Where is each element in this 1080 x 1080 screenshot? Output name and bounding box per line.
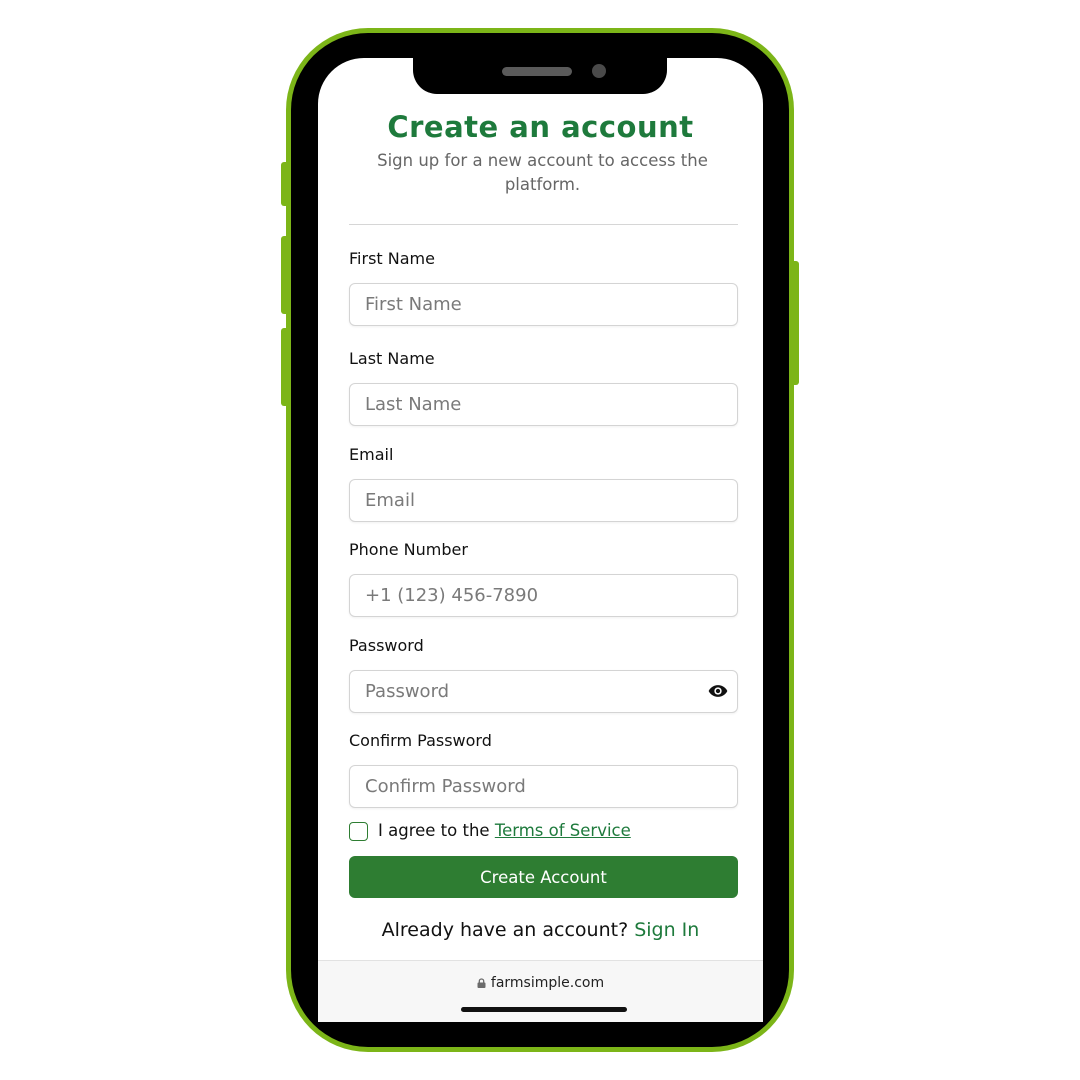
terms-of-service-link[interactable]: Terms of Service	[495, 821, 631, 840]
home-indicator[interactable]	[461, 1007, 627, 1012]
phone-input[interactable]	[365, 585, 737, 606]
lock-icon	[477, 978, 486, 988]
eye-icon[interactable]	[708, 683, 728, 699]
create-account-button[interactable]: Create Account	[349, 856, 738, 898]
front-camera	[592, 64, 606, 78]
first-name-input[interactable]	[365, 294, 737, 315]
email-input[interactable]	[365, 490, 737, 511]
confirm-password-field[interactable]	[349, 765, 738, 808]
phone-field[interactable]	[349, 574, 738, 617]
browser-url-bar[interactable]	[318, 960, 763, 1022]
confirm-password-label: Confirm Password	[349, 731, 492, 750]
header-divider	[349, 224, 738, 225]
email-field[interactable]	[349, 479, 738, 522]
page-subtitle: Sign up for a new account to access the …	[377, 151, 708, 194]
first-name-field[interactable]	[349, 283, 738, 326]
last-name-input[interactable]	[365, 394, 737, 415]
password-input[interactable]	[365, 681, 737, 702]
last-name-field[interactable]	[349, 383, 738, 426]
first-name-label: First Name	[349, 249, 435, 268]
sign-in-link[interactable]: Sign In	[634, 919, 699, 941]
notch	[413, 58, 667, 94]
terms-label: I agree to the Terms of Service	[378, 821, 631, 840]
page: Create an account Sign up for a new acco…	[0, 0, 1080, 1080]
last-name-label: Last Name	[349, 349, 435, 368]
url-text: farmsimple.com	[490, 975, 605, 991]
page-title: Create an account	[387, 110, 694, 144]
url-display[interactable]: farmsimple.com	[318, 975, 763, 991]
terms-checkbox[interactable]	[349, 822, 368, 841]
speaker-grille	[502, 67, 572, 76]
email-label: Email	[349, 445, 394, 464]
signin-prompt-text: Already have an account?	[381, 919, 635, 941]
password-label: Password	[349, 636, 424, 655]
password-field[interactable]	[349, 670, 738, 713]
signin-prompt: Already have an account? Sign In	[318, 919, 763, 941]
phone-label: Phone Number	[349, 540, 468, 559]
terms-prefix: I agree to the	[378, 821, 495, 840]
confirm-password-input[interactable]	[365, 776, 737, 797]
